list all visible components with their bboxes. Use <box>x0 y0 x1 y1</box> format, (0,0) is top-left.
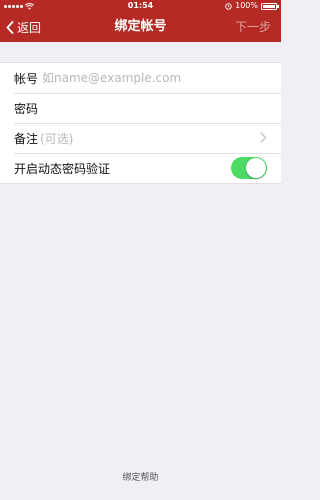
screen: 01:54 100% 返回 绑定帐号 下一步 帐号 如name@example.… <box>0 0 281 500</box>
dynamic-password-label: 开启动态密码验证 <box>14 161 111 176</box>
nav-bar: 返回 绑定帐号 下一步 <box>0 12 281 42</box>
chevron-left-icon <box>6 20 14 34</box>
chevron-right-icon <box>260 132 267 143</box>
bind-help-link[interactable]: 绑定帮助 <box>0 470 281 483</box>
account-input[interactable] <box>42 71 243 85</box>
password-input[interactable] <box>42 101 243 115</box>
note-label: 备注 <box>14 131 39 146</box>
status-right: 100% <box>225 0 279 12</box>
toggle-knob <box>246 158 266 178</box>
status-bar: 01:54 100% <box>0 0 281 12</box>
note-optional-hint: (可选) <box>40 131 74 146</box>
back-label: 返回 <box>17 20 42 35</box>
alarm-icon <box>225 2 232 10</box>
account-label: 帐号 <box>14 71 39 86</box>
next-step-button[interactable]: 下一步 <box>235 12 271 42</box>
note-row[interactable]: 备注 (可选) <box>0 123 281 153</box>
back-button[interactable]: 返回 <box>6 12 41 42</box>
account-row: 帐号 <box>0 63 281 93</box>
battery-icon <box>261 2 279 10</box>
dynamic-password-row: 开启动态密码验证 <box>0 153 281 183</box>
password-row: 密码 <box>0 93 281 123</box>
dynamic-password-toggle[interactable] <box>231 157 267 179</box>
top-bar: 01:54 100% 返回 绑定帐号 下一步 <box>0 0 281 42</box>
account-form: 帐号 密码 备注 (可选) 开启动态密码验证 <box>0 62 281 184</box>
battery-fill <box>263 4 275 8</box>
password-label: 密码 <box>14 101 39 116</box>
battery-percent: 100% <box>235 1 258 10</box>
